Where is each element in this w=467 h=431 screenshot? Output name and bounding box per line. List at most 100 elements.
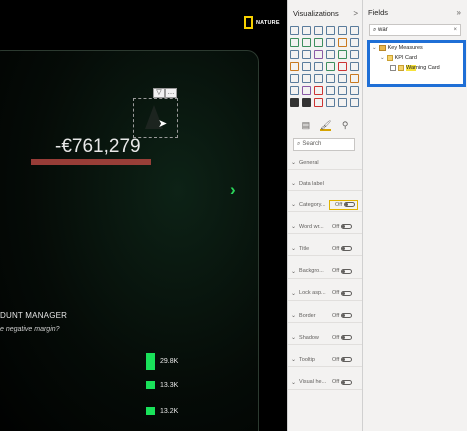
toggle-switch[interactable]	[341, 357, 353, 363]
visual-type-icon[interactable]	[350, 38, 359, 47]
filter-icon[interactable]: ▽	[153, 88, 165, 98]
tree-item-key-measures[interactable]: ⌄ Key Measures	[372, 45, 423, 51]
visual-type-icon[interactable]	[314, 62, 323, 71]
visual-type-icon[interactable]	[326, 26, 335, 35]
toggle-label: Off	[332, 223, 340, 230]
visual-type-icon[interactable]	[350, 98, 359, 107]
checkbox[interactable]	[390, 65, 396, 71]
toggle-switch[interactable]	[341, 246, 353, 252]
visual-type-icon[interactable]	[338, 62, 347, 71]
toggle-group: Off	[329, 290, 353, 296]
visual-type-icon[interactable]	[302, 74, 311, 83]
visual-type-icon[interactable]	[326, 98, 335, 107]
selected-visual[interactable]	[133, 98, 178, 138]
chevron-down-icon: ⌄	[291, 224, 297, 231]
search-match-highlight: War	[406, 65, 416, 71]
toggle-group: Off	[329, 335, 353, 341]
toggle-switch[interactable]	[341, 224, 353, 230]
tree-item-warning-card[interactable]: War ning Card	[390, 65, 440, 71]
visual-type-icon[interactable]	[314, 38, 323, 47]
visual-type-icon[interactable]	[326, 86, 335, 95]
visual-type-icon[interactable]	[338, 50, 347, 59]
visual-type-icon[interactable]	[290, 62, 299, 71]
visual-type-icon[interactable]	[314, 26, 323, 35]
visualization-tabs: ▤ 🖌 ⚲	[288, 120, 363, 131]
visual-type-icon[interactable]	[350, 62, 359, 71]
visual-type-icon[interactable]	[302, 50, 311, 59]
toggle-switch[interactable]	[341, 268, 353, 274]
format-section-row[interactable]: ⌄ Border Off	[288, 309, 363, 323]
format-section-row[interactable]: ⌄ General	[288, 156, 363, 170]
visual-type-icon[interactable]	[338, 86, 347, 95]
visual-type-icon[interactable]	[326, 50, 335, 59]
format-section-label: Tooltip	[299, 356, 315, 363]
fields-title: Fields	[368, 7, 389, 17]
visual-type-icon[interactable]	[326, 74, 335, 83]
visual-type-icon[interactable]	[338, 38, 347, 47]
visual-type-icon[interactable]	[302, 98, 311, 107]
visual-type-icon[interactable]	[350, 86, 359, 95]
visual-type-icon[interactable]	[338, 74, 347, 83]
toggle-switch[interactable]	[341, 335, 353, 341]
visual-type-icon[interactable]	[338, 98, 347, 107]
visual-type-icon[interactable]	[326, 38, 335, 47]
visual-type-icon[interactable]	[314, 50, 323, 59]
fields-header: Fields »	[363, 0, 467, 24]
toggle-switch[interactable]	[344, 202, 356, 207]
bar-label: 29.8K	[160, 358, 179, 365]
toggle-switch[interactable]	[341, 379, 353, 385]
format-section-row[interactable]: ⌄ Word wr... Off	[288, 220, 363, 235]
visual-type-icon[interactable]	[350, 26, 359, 35]
collapse-pane-button[interactable]: >	[353, 9, 358, 18]
format-search-input[interactable]: ⌕ Search	[293, 138, 355, 151]
fields-pane: Fields » ⌕ war × ⌄ Key Measures ⌄ KPI Ca…	[362, 0, 467, 431]
visual-type-icon[interactable]	[350, 74, 359, 83]
format-section-label: Shadow	[299, 334, 319, 341]
toggle-switch[interactable]	[341, 313, 353, 318]
bar-row: 29.8K	[146, 353, 178, 370]
visual-type-icon[interactable]	[290, 26, 299, 35]
kpi-card-background	[0, 50, 259, 431]
visual-type-icon[interactable]	[290, 74, 299, 83]
toggle-group: Off	[329, 357, 353, 363]
chevron-down-icon: ⌄	[291, 290, 297, 297]
visual-type-icon[interactable]	[290, 50, 299, 59]
next-page-arrow-icon[interactable]: ›	[230, 180, 236, 200]
account-manager-subtitle: e negative margin?	[0, 326, 60, 333]
analytics-tab-icon[interactable]: ⚲	[340, 120, 351, 131]
format-section-row[interactable]: ⌄ Title Off	[288, 242, 363, 257]
fields-tab-icon[interactable]: ▤	[300, 120, 311, 131]
visual-type-icon[interactable]	[350, 50, 359, 59]
chevron-down-icon: ⌄	[380, 55, 385, 61]
tree-item-kpi-card[interactable]: ⌄ KPI Card	[380, 55, 417, 61]
expand-pane-button[interactable]: »	[457, 8, 461, 17]
fields-search-input[interactable]: ⌕ war ×	[369, 24, 461, 36]
visual-type-icon[interactable]	[314, 86, 323, 95]
format-section-row[interactable]: ⌄ Backgro... Off	[288, 265, 363, 279]
format-section-row[interactable]: ⌄ Category... Off	[288, 198, 363, 212]
toggle-switch[interactable]	[341, 290, 353, 296]
visual-type-icon[interactable]	[302, 86, 311, 95]
format-section-row[interactable]: ⌄ Visual he... Off	[288, 376, 363, 390]
more-options-icon[interactable]: …	[165, 88, 177, 98]
format-section-row[interactable]: ⌄ Shadow Off	[288, 331, 363, 346]
visual-type-icon[interactable]	[302, 38, 311, 47]
visual-type-icon[interactable]	[290, 86, 299, 95]
format-section-label: General	[299, 159, 319, 166]
visual-type-icon[interactable]	[326, 62, 335, 71]
format-section-row[interactable]: ⌄ Lock asp... Off	[288, 287, 363, 301]
visual-type-icon[interactable]	[290, 98, 299, 107]
visual-type-icon[interactable]	[314, 98, 323, 107]
visual-type-icon[interactable]	[314, 74, 323, 83]
visual-type-icon[interactable]	[338, 26, 347, 35]
format-section-row[interactable]: ⌄ Data label	[288, 177, 363, 191]
visual-type-icon[interactable]	[302, 26, 311, 35]
visual-type-icon[interactable]	[290, 38, 299, 47]
tree-item-label: ning Card	[415, 65, 440, 71]
logo-text: NATURE	[256, 19, 280, 26]
format-section-row[interactable]: ⌄ Tooltip Off	[288, 353, 363, 368]
format-tab-icon[interactable]: 🖌	[319, 120, 331, 131]
clear-search-icon[interactable]: ×	[453, 25, 457, 35]
visual-type-icon[interactable]	[302, 62, 311, 71]
format-search-placeholder: Search	[302, 141, 322, 147]
